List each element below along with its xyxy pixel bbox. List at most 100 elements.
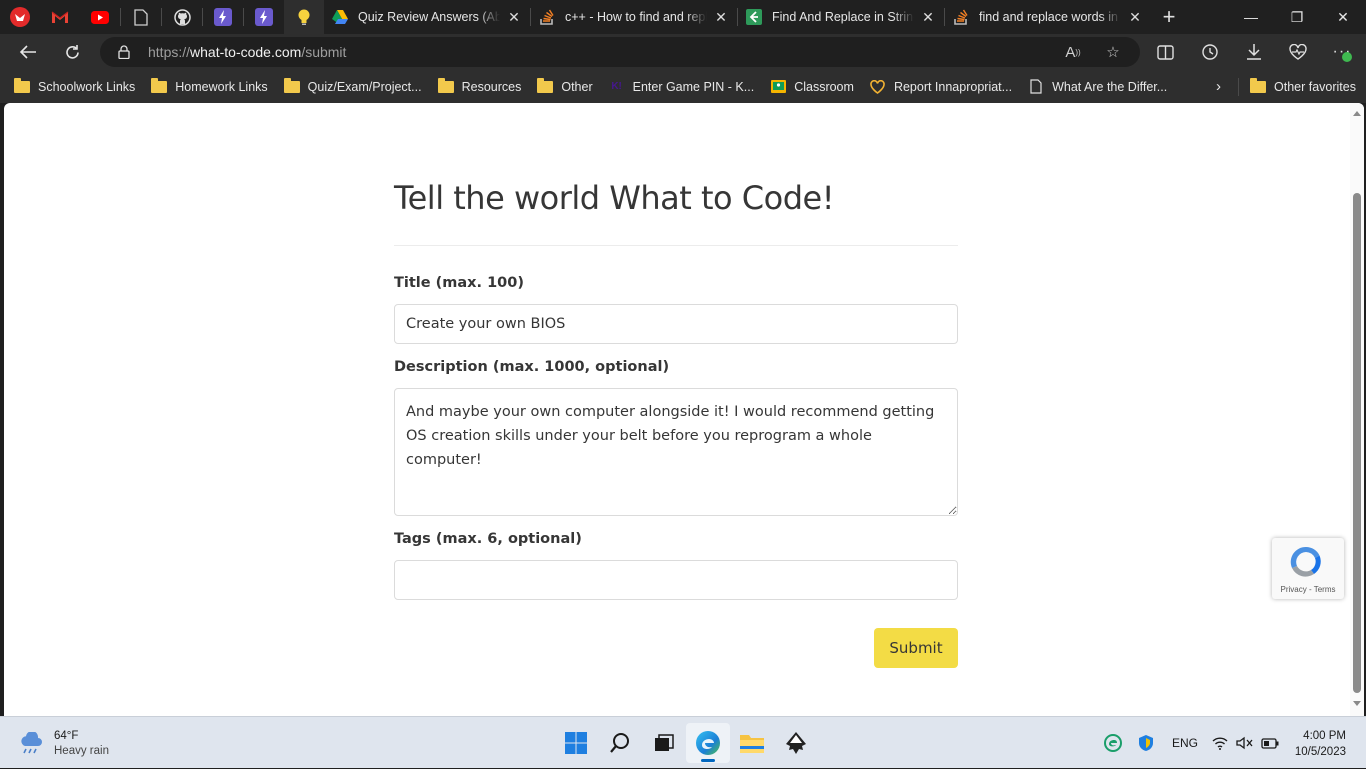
search-icon [610, 733, 629, 753]
chevron-right-icon: › [1216, 78, 1221, 95]
submit-button[interactable]: Submit [874, 628, 958, 668]
restore-button[interactable]: ❐ [1274, 0, 1320, 34]
taskbar-edge[interactable] [686, 723, 730, 763]
bookmark-label: Other [561, 79, 593, 94]
weather-widget[interactable]: 64°F Heavy rain [18, 729, 109, 759]
tags-input[interactable] [394, 560, 958, 600]
folder-icon [283, 77, 300, 93]
pinned-tab-page[interactable] [121, 0, 161, 34]
tab-find-replace-words[interactable]: find and replace words in C++ ✕ [945, 0, 1151, 34]
pinned-tab-app[interactable] [0, 0, 40, 34]
favorite-star-icon[interactable]: ☆ [1102, 42, 1124, 62]
lightbulb-icon [298, 9, 310, 25]
tab-leetcode[interactable]: Find And Replace in String - LeetCode ✕ [738, 0, 944, 34]
extensions-button[interactable] [1278, 34, 1318, 70]
read-aloud-icon[interactable]: A)) [1062, 42, 1084, 62]
recaptcha-badge[interactable]: Privacy - Terms [1272, 538, 1344, 599]
pinned-tab-bolt-2[interactable] [244, 0, 284, 34]
language-indicator[interactable]: ENG [1172, 717, 1198, 769]
pinned-tab-bolt-1[interactable] [203, 0, 243, 34]
bookmark-report[interactable]: Report Innapropriat... [862, 70, 1020, 103]
back-arrow-icon [19, 45, 36, 59]
google-drive-icon [332, 9, 348, 25]
recaptcha-privacy-terms[interactable]: Privacy - Terms [1272, 585, 1344, 594]
tab-quiz-review[interactable]: Quiz Review Answers (Absolute Value) ✕ [324, 0, 530, 34]
back-button[interactable] [6, 34, 50, 70]
bookmark-label: Other favorites [1274, 79, 1356, 94]
battery-icon[interactable] [1261, 717, 1279, 769]
tab-title: Quiz Review Answers (Absolute Value) [358, 10, 500, 24]
bookmark-other-favorites[interactable]: Other favorites [1242, 70, 1364, 103]
bookmark-kahoot[interactable]: K! Enter Game PIN - K... [601, 70, 763, 103]
divider [394, 245, 958, 246]
system-clock[interactable]: 4:00 PM 10/5/2023 [1295, 728, 1346, 760]
task-view-button[interactable] [642, 723, 686, 763]
scroll-down-arrow-icon[interactable] [1353, 701, 1361, 706]
bookmark-homework-links[interactable]: Homework Links [143, 70, 275, 103]
bookmark-classroom[interactable]: Classroom [762, 70, 862, 103]
url-domain: what-to-code.com [190, 44, 302, 60]
wifi-icon[interactable] [1212, 717, 1228, 769]
bookmark-label: Classroom [794, 79, 854, 94]
bookmark-label: Schoolwork Links [38, 79, 136, 94]
scrollbar-thumb[interactable] [1353, 193, 1361, 693]
pinned-tab-gmail[interactable] [40, 0, 80, 34]
close-tab-icon[interactable]: ✕ [920, 9, 936, 26]
bookmarks-overflow-button[interactable]: › [1208, 70, 1229, 103]
kahoot-icon: K! [611, 81, 622, 92]
refresh-icon [65, 44, 79, 59]
minimize-button[interactable]: — [1228, 0, 1274, 34]
shield-icon [1139, 735, 1153, 751]
bookmark-quiz-exam-project[interactable]: Quiz/Exam/Project... [276, 70, 430, 103]
url-text[interactable]: https://what-to-code.com/submit [148, 44, 346, 60]
scroll-up-arrow-icon[interactable] [1353, 111, 1361, 116]
pinned-tab-github[interactable] [162, 0, 202, 34]
new-tab-button[interactable]: + [1151, 0, 1187, 34]
title-input[interactable] [394, 304, 958, 344]
clock-date: 10/5/2023 [1294, 746, 1346, 758]
notification-badge [1342, 52, 1352, 62]
close-tab-icon[interactable]: ✕ [713, 9, 729, 26]
start-button[interactable] [554, 723, 598, 763]
refresh-button[interactable] [50, 34, 94, 70]
bookmark-label: Homework Links [175, 79, 268, 94]
split-screen-button[interactable] [1145, 34, 1185, 70]
heart-icon [870, 79, 886, 95]
tray-edge-icon[interactable] [1104, 717, 1122, 769]
address-bar[interactable]: https://what-to-code.com/submit A)) ☆ [100, 37, 1140, 67]
bookmarks-separator [1238, 77, 1239, 96]
history-icon [1202, 44, 1218, 60]
close-tab-icon[interactable]: ✕ [1127, 9, 1143, 26]
tray-security-icon[interactable] [1137, 717, 1155, 769]
windows-taskbar: 64°F Heavy rain ENG 4:00 PM 10/5/2023 [0, 716, 1366, 768]
bookmark-schoolwork-links[interactable]: Schoolwork Links [6, 70, 143, 103]
recaptcha-icon [1290, 546, 1321, 577]
taskbar-file-explorer[interactable] [730, 723, 774, 763]
folder-icon [437, 77, 454, 93]
bookmark-what-are-the-differ[interactable]: What Are the Differ... [1020, 70, 1175, 103]
pinned-tab-lightbulb[interactable] [284, 0, 324, 34]
folder-icon [14, 77, 30, 93]
settings-menu-button[interactable]: ··· [1322, 34, 1362, 70]
folder-icon [1250, 77, 1266, 93]
split-screen-icon [1156, 44, 1174, 60]
bookmark-label: Report Innapropriat... [893, 79, 1013, 94]
description-textarea[interactable]: And maybe your own computer alongside it… [394, 388, 958, 516]
taskbar-inkscape[interactable] [774, 723, 818, 763]
lock-icon[interactable] [118, 45, 132, 59]
tab-title: find and replace words in C++ [979, 10, 1121, 24]
bookmark-resources[interactable]: Resources [430, 70, 530, 103]
search-button[interactable] [598, 723, 642, 763]
history-button[interactable] [1190, 34, 1230, 70]
tab-cpp-find-replace[interactable]: c++ - How to find and replace string ✕ [531, 0, 737, 34]
pinned-tab-youtube[interactable] [80, 0, 120, 34]
rain-cloud-icon [21, 732, 42, 754]
classroom-icon [770, 79, 786, 95]
downloads-button[interactable] [1234, 34, 1274, 70]
bookmark-other[interactable]: Other [529, 70, 600, 103]
browser-toolbar: https://what-to-code.com/submit A)) ☆ ··… [0, 34, 1366, 70]
scrollbar[interactable] [1350, 103, 1364, 716]
volume-muted-icon[interactable] [1236, 717, 1254, 769]
close-tab-icon[interactable]: ✕ [506, 9, 522, 26]
close-window-button[interactable]: ✕ [1320, 0, 1366, 34]
